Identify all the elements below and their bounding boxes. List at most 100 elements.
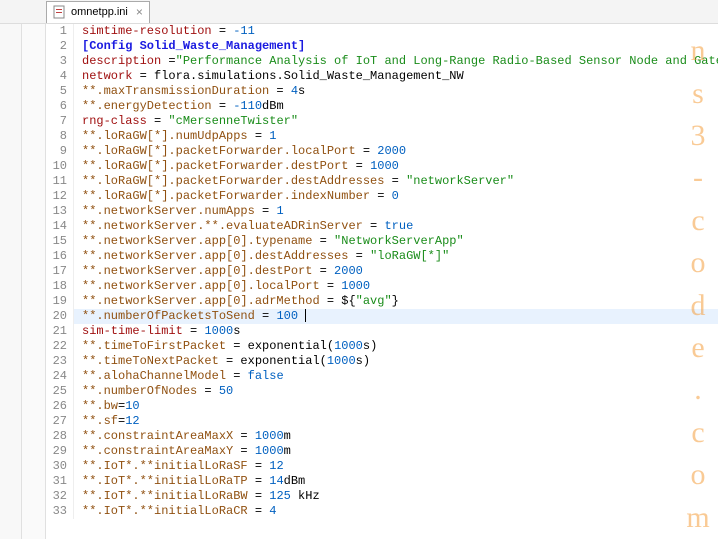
line-number: 28 xyxy=(46,429,74,444)
code-line[interactable]: 31i**.IoT*.**initialLoRaTP = 14dBm xyxy=(46,474,718,489)
line-number: 27 xyxy=(46,414,74,429)
code-line[interactable]: 30i**.IoT*.**initialLoRaSF = 12 xyxy=(46,459,718,474)
code-content[interactable]: **.networkServer.app[0].adrMethod = ${"a… xyxy=(74,294,718,309)
line-number: 13 xyxy=(46,204,74,219)
code-content[interactable]: **.networkServer.app[0].destPort = 2000 xyxy=(74,264,718,279)
line-number: 6 xyxy=(46,99,74,114)
line-number: 26 xyxy=(46,399,74,414)
code-line[interactable]: 32**.IoT*.**initialLoRaBW = 125 kHz xyxy=(46,489,718,504)
code-line[interactable]: 27**.sf=12 xyxy=(46,414,718,429)
line-number: 19 xyxy=(46,294,74,309)
line-number: 16i xyxy=(46,249,74,264)
line-number: 7 xyxy=(46,114,74,129)
code-line[interactable]: 11**.loRaGW[*].packetForwarder.destAddre… xyxy=(46,174,718,189)
line-number: 17 xyxy=(46,264,74,279)
tab-title: omnetpp.ini xyxy=(71,6,128,18)
line-number: 9 xyxy=(46,144,74,159)
code-line[interactable]: 22**.timeToFirstPacket = exponential(100… xyxy=(46,339,718,354)
code-content[interactable]: **.timeToFirstPacket = exponential(1000s… xyxy=(74,339,718,354)
code-content[interactable]: **.loRaGW[*].packetForwarder.localPort =… xyxy=(74,144,718,159)
code-content[interactable]: **.sf=12 xyxy=(74,414,718,429)
code-content[interactable]: **.IoT*.**initialLoRaTP = 14dBm xyxy=(74,474,718,489)
line-number: 18 xyxy=(46,279,74,294)
code-content[interactable]: **.networkServer.app[0].typename = "Netw… xyxy=(74,234,718,249)
code-content[interactable]: simtime-resolution = -11 xyxy=(74,24,718,39)
code-content[interactable]: **.networkServer.app[0].localPort = 1000 xyxy=(74,279,718,294)
code-line[interactable]: 5**.maxTransmissionDuration = 4s xyxy=(46,84,718,99)
code-line[interactable]: 10**.loRaGW[*].packetForwarder.destPort … xyxy=(46,159,718,174)
code-line[interactable]: 14**.networkServer.**.evaluateADRinServe… xyxy=(46,219,718,234)
code-line[interactable]: 28**.constraintAreaMaxX = 1000m xyxy=(46,429,718,444)
code-line[interactable]: 19**.networkServer.app[0].adrMethod = ${… xyxy=(46,294,718,309)
line-number: 14 xyxy=(46,219,74,234)
code-content[interactable]: **.numberOfPacketsToSend = 100 xyxy=(74,309,718,324)
code-content[interactable]: **.constraintAreaMaxY = 1000m xyxy=(74,444,718,459)
code-content[interactable]: **.networkServer.**.evaluateADRinServer … xyxy=(74,219,718,234)
code-line[interactable]: 24i**.alohaChannelModel = false xyxy=(46,369,718,384)
code-line[interactable]: 7rng-class = "cMersenneTwister" xyxy=(46,114,718,129)
code-content[interactable]: **.loRaGW[*].packetForwarder.indexNumber… xyxy=(74,189,718,204)
code-content[interactable]: **.energyDetection = -110dBm xyxy=(74,99,718,114)
line-number: 4 xyxy=(46,69,74,84)
code-line[interactable]: 18**.networkServer.app[0].localPort = 10… xyxy=(46,279,718,294)
code-line[interactable]: 20**.numberOfPacketsToSend = 100 xyxy=(46,309,718,324)
code-content[interactable]: **.maxTransmissionDuration = 4s xyxy=(74,84,718,99)
code-line[interactable]: 4network = flora.simulations.Solid_Waste… xyxy=(46,69,718,84)
line-number: 2 xyxy=(46,39,74,54)
code-editor[interactable]: 1simtime-resolution = -112[Config Solid_… xyxy=(46,24,718,539)
vertical-toolbar xyxy=(22,24,46,539)
code-content[interactable]: description ="Performance Analysis of Io… xyxy=(74,54,718,69)
tab-omnetpp[interactable]: omnetpp.ini × xyxy=(46,1,150,23)
tab-bar: omnetpp.ini × xyxy=(0,0,718,24)
code-content[interactable]: **.loRaGW[*].packetForwarder.destAddress… xyxy=(74,174,718,189)
line-number: 23 xyxy=(46,354,74,369)
code-content[interactable]: **.networkServer.app[0].destAddresses = … xyxy=(74,249,718,264)
code-content[interactable]: **.IoT*.**initialLoRaBW = 125 kHz xyxy=(74,489,718,504)
line-number: 32 xyxy=(46,489,74,504)
code-content[interactable]: **.bw=10 xyxy=(74,399,718,414)
code-content[interactable]: rng-class = "cMersenneTwister" xyxy=(74,114,718,129)
code-line[interactable]: 15**.networkServer.app[0].typename = "Ne… xyxy=(46,234,718,249)
left-ruler xyxy=(0,24,22,539)
code-line[interactable]: 2[Config Solid_Waste_Management] xyxy=(46,39,718,54)
code-line[interactable]: 9**.loRaGW[*].packetForwarder.localPort … xyxy=(46,144,718,159)
code-line[interactable]: 25i**.numberOfNodes = 50 xyxy=(46,384,718,399)
line-number: 5 xyxy=(46,84,74,99)
code-line[interactable]: 21sim-time-limit = 1000s xyxy=(46,324,718,339)
code-content[interactable]: sim-time-limit = 1000s xyxy=(74,324,718,339)
code-line[interactable]: 12i**.loRaGW[*].packetForwarder.indexNum… xyxy=(46,189,718,204)
line-number: 31i xyxy=(46,474,74,489)
code-line[interactable]: 8**.loRaGW[*].numUdpApps = 1 xyxy=(46,129,718,144)
code-content[interactable]: **.loRaGW[*].packetForwarder.destPort = … xyxy=(74,159,718,174)
code-line[interactable]: 13**.networkServer.numApps = 1 xyxy=(46,204,718,219)
code-line[interactable]: 3description ="Performance Analysis of I… xyxy=(46,54,718,69)
code-content[interactable]: **.IoT*.**initialLoRaSF = 12 xyxy=(74,459,718,474)
code-content[interactable]: **.IoT*.**initialLoRaCR = 4 xyxy=(74,504,718,519)
code-content[interactable]: **.loRaGW[*].numUdpApps = 1 xyxy=(74,129,718,144)
line-number: 15 xyxy=(46,234,74,249)
code-line[interactable]: 1simtime-resolution = -11 xyxy=(46,24,718,39)
line-number: 10 xyxy=(46,159,74,174)
code-line[interactable]: 33i**.IoT*.**initialLoRaCR = 4 xyxy=(46,504,718,519)
code-content[interactable]: [Config Solid_Waste_Management] xyxy=(74,39,718,54)
code-line[interactable]: 17**.networkServer.app[0].destPort = 200… xyxy=(46,264,718,279)
code-content[interactable]: **.constraintAreaMaxX = 1000m xyxy=(74,429,718,444)
code-line[interactable]: 23**.timeToNextPacket = exponential(1000… xyxy=(46,354,718,369)
code-content[interactable]: **.networkServer.numApps = 1 xyxy=(74,204,718,219)
code-line[interactable]: 16i**.networkServer.app[0].destAddresses… xyxy=(46,249,718,264)
code-content[interactable]: **.timeToNextPacket = exponential(1000s) xyxy=(74,354,718,369)
line-number: 8 xyxy=(46,129,74,144)
line-number: 12i xyxy=(46,189,74,204)
line-number: 33i xyxy=(46,504,74,519)
code-content[interactable]: **.numberOfNodes = 50 xyxy=(74,384,718,399)
code-line[interactable]: 6**.energyDetection = -110dBm xyxy=(46,99,718,114)
code-content[interactable]: network = flora.simulations.Solid_Waste_… xyxy=(74,69,718,84)
code-content[interactable]: **.alohaChannelModel = false xyxy=(74,369,718,384)
code-line[interactable]: 29**.constraintAreaMaxY = 1000m xyxy=(46,444,718,459)
line-number: 21 xyxy=(46,324,74,339)
ini-file-icon xyxy=(53,5,67,19)
close-icon[interactable]: × xyxy=(132,5,143,19)
code-line[interactable]: 26**.bw=10 xyxy=(46,399,718,414)
line-number: 20 xyxy=(46,309,74,324)
line-number: 11 xyxy=(46,174,74,189)
